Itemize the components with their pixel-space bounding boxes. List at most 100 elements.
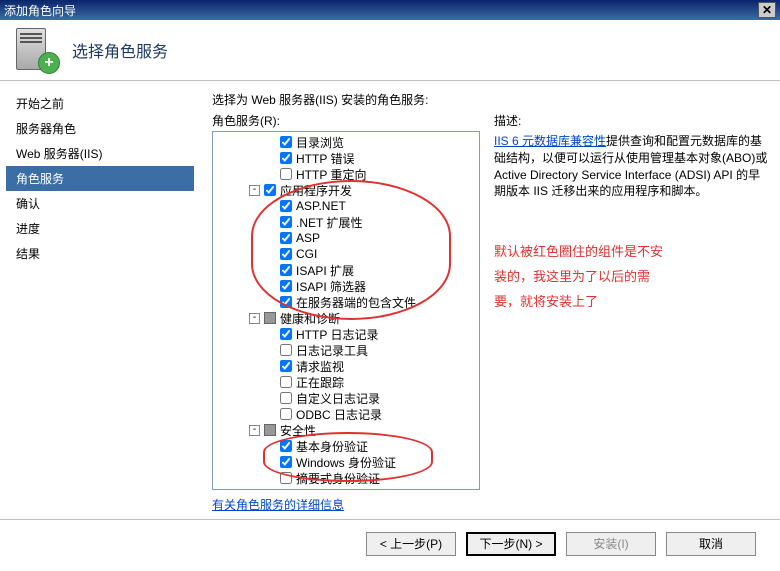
tree-checkbox[interactable]: [280, 280, 292, 292]
tree-label: 目录浏览: [296, 134, 344, 151]
prompt-text: 选择为 Web 服务器(IIS) 安装的角色服务:: [212, 91, 768, 108]
tree-checkbox[interactable]: [264, 312, 276, 324]
tree-checkbox[interactable]: [280, 296, 292, 308]
tree-node[interactable]: ASP.NET: [217, 198, 477, 214]
cancel-button[interactable]: 取消: [666, 532, 756, 556]
nav-item[interactable]: 进度: [6, 216, 194, 241]
close-button[interactable]: ✕: [758, 2, 776, 18]
tree-label: 应用程序开发: [280, 182, 352, 199]
tree-checkbox[interactable]: [280, 168, 292, 180]
tree-spacer: [265, 217, 276, 228]
collapse-icon[interactable]: -: [249, 425, 260, 436]
tree-label: 日志记录工具: [296, 342, 368, 359]
tree-label: 正在跟踪: [296, 374, 344, 391]
tree-checkbox[interactable]: [280, 392, 292, 404]
tree-spacer: [265, 281, 276, 292]
tree-node[interactable]: ASP: [217, 230, 477, 246]
nav-item[interactable]: 确认: [6, 191, 194, 216]
tree-checkbox[interactable]: [280, 376, 292, 388]
tree-checkbox[interactable]: [280, 472, 292, 484]
tree-spacer: [265, 297, 276, 308]
nav-item[interactable]: 角色服务: [6, 166, 194, 191]
tree-node[interactable]: 摘要式身份验证: [217, 470, 477, 486]
tree-node[interactable]: HTTP 重定向: [217, 166, 477, 182]
collapse-icon[interactable]: -: [249, 185, 260, 196]
tree-label: HTTP 日志记录: [296, 326, 378, 343]
tree-node[interactable]: HTTP 日志记录: [217, 326, 477, 342]
tree-label: 在服务器端的包含文件: [296, 294, 416, 311]
annotation-line: 默认被红色圈住的组件是不安: [494, 240, 768, 265]
description-body: IIS 6 元数据库兼容性提供查询和配置元数据库的基础结构，以便可以运行从使用管…: [494, 133, 768, 200]
tree-label: 请求监视: [296, 358, 344, 375]
tree-checkbox[interactable]: [280, 216, 292, 228]
tree-label: 安全性: [280, 422, 316, 439]
prev-button[interactable]: < 上一步(P): [366, 532, 456, 556]
nav-item[interactable]: 结果: [6, 241, 194, 266]
tree-checkbox[interactable]: [280, 360, 292, 372]
description-link[interactable]: IIS 6 元数据库兼容性: [494, 134, 606, 148]
tree-spacer: [265, 329, 276, 340]
nav-item[interactable]: 服务器角色: [6, 116, 194, 141]
details-link[interactable]: 有关角色服务的详细信息: [212, 496, 480, 513]
tree-spacer: [265, 265, 276, 276]
tree-spacer: [265, 137, 276, 148]
tree-spacer: [265, 457, 276, 468]
tree-node[interactable]: 在服务器端的包含文件: [217, 294, 477, 310]
wizard-nav: 开始之前服务器角色Web 服务器(IIS)角色服务确认进度结果: [0, 81, 200, 519]
tree-checkbox[interactable]: [280, 232, 292, 244]
nav-item[interactable]: 开始之前: [6, 91, 194, 116]
wizard-footer: < 上一步(P) 下一步(N) > 安装(I) 取消: [0, 519, 780, 567]
tree-spacer: [265, 233, 276, 244]
install-button[interactable]: 安装(I): [566, 532, 656, 556]
tree-node[interactable]: 请求监视: [217, 358, 477, 374]
tree-node[interactable]: ISAPI 筛选器: [217, 278, 477, 294]
tree-spacer: [265, 249, 276, 260]
tree-label: HTTP 错误: [296, 150, 354, 167]
annotation-line: 要，就将安装上了: [494, 290, 768, 315]
tree-checkbox[interactable]: [280, 248, 292, 260]
tree-node[interactable]: 自定义日志记录: [217, 390, 477, 406]
next-button[interactable]: 下一步(N) >: [466, 532, 556, 556]
tree-spacer: [265, 441, 276, 452]
tree-node[interactable]: - 安全性: [217, 422, 477, 438]
tree-label: ISAPI 筛选器: [296, 278, 366, 295]
annotation-line: 装的，我这里为了以后的需: [494, 265, 768, 290]
tree-checkbox[interactable]: [280, 440, 292, 452]
collapse-icon[interactable]: -: [249, 313, 260, 324]
tree-checkbox[interactable]: [280, 136, 292, 148]
tree-node[interactable]: 日志记录工具: [217, 342, 477, 358]
red-annotation: 默认被红色圈住的组件是不安 装的，我这里为了以后的需 要，就将安装上了: [494, 240, 768, 314]
tree-checkbox[interactable]: [280, 328, 292, 340]
tree-node[interactable]: 目录浏览: [217, 134, 477, 150]
tree-spacer: [265, 361, 276, 372]
tree-label: CGI: [296, 247, 317, 261]
tree-checkbox[interactable]: [280, 200, 292, 212]
tree-checkbox[interactable]: [280, 456, 292, 468]
nav-item[interactable]: Web 服务器(IIS): [6, 141, 194, 166]
role-services-label: 角色服务(R):: [212, 112, 480, 129]
tree-label: ASP.NET: [296, 199, 346, 213]
tree-node[interactable]: -健康和诊断: [217, 310, 477, 326]
tree-node[interactable]: - 应用程序开发: [217, 182, 477, 198]
tree-checkbox[interactable]: [280, 264, 292, 276]
tree-node[interactable]: ISAPI 扩展: [217, 262, 477, 278]
tree-checkbox[interactable]: [280, 152, 292, 164]
role-services-tree[interactable]: 目录浏览HTTP 错误HTTP 重定向 - 应用程序开发ASP.NET.NET 扩展…: [212, 131, 480, 490]
tree-checkbox[interactable]: [264, 424, 276, 436]
tree-node[interactable]: 正在跟踪: [217, 374, 477, 390]
tree-spacer: [265, 409, 276, 420]
wizard-header: + 选择角色服务: [0, 20, 780, 81]
tree-node[interactable]: CGI: [217, 246, 477, 262]
tree-node[interactable]: ODBC 日志记录: [217, 406, 477, 422]
tree-node[interactable]: 基本身份验证: [217, 438, 477, 454]
tree-spacer: [265, 393, 276, 404]
tree-node[interactable]: HTTP 错误: [217, 150, 477, 166]
tree-checkbox[interactable]: [264, 184, 276, 196]
tree-label: ISAPI 扩展: [296, 262, 354, 279]
tree-node[interactable]: .NET 扩展性: [217, 214, 477, 230]
tree-checkbox[interactable]: [280, 408, 292, 420]
tree-checkbox[interactable]: [280, 344, 292, 356]
tree-label: 摘要式身份验证: [296, 470, 380, 487]
window-title: 添加角色向导: [4, 2, 758, 19]
tree-node[interactable]: Windows 身份验证: [217, 454, 477, 470]
